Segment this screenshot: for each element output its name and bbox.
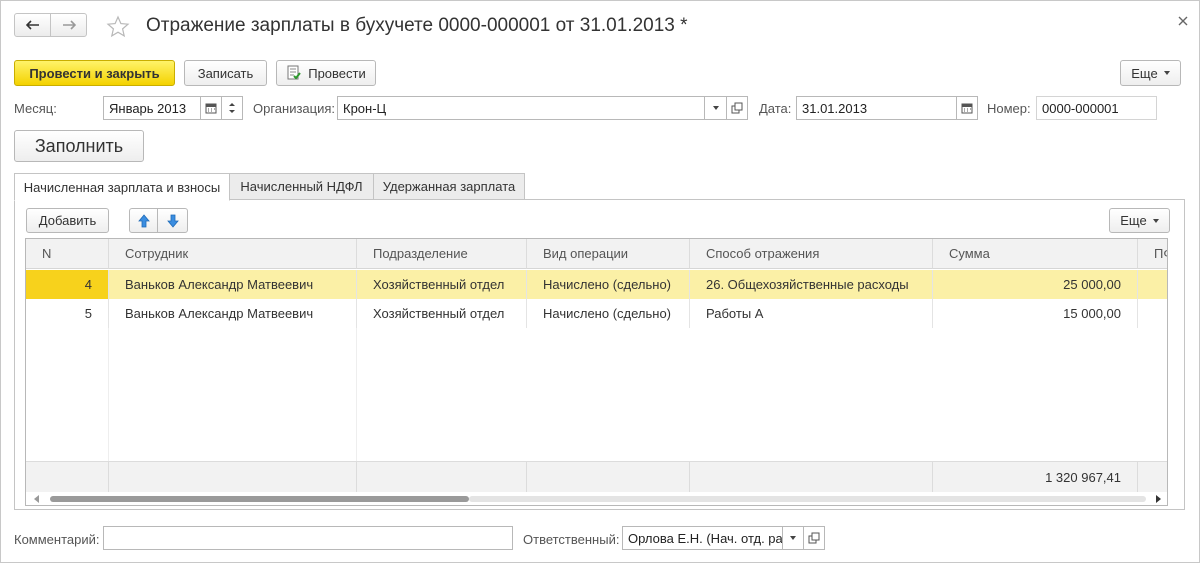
method-cell: 26. Общехозяйственные расходы — [690, 270, 933, 299]
date-field[interactable]: 31.01.2013 — [796, 96, 958, 120]
tab-withheld-salary[interactable]: Удержанная зарплата — [373, 173, 525, 200]
table-row[interactable]: 5 Ваньков Александр Матвеевич Хозяйствен… — [26, 299, 1167, 328]
row-number: 4 — [26, 270, 109, 299]
horizontal-scrollbar[interactable] — [26, 492, 1167, 505]
column-header-amount[interactable]: Сумма — [933, 239, 1138, 269]
move-down-button[interactable] — [157, 208, 188, 233]
organization-open-button[interactable] — [726, 96, 748, 120]
scroll-left-icon[interactable] — [34, 495, 40, 503]
tab-accrued-salary[interactable]: Начисленная зарплата и взносы — [14, 173, 230, 201]
back-button[interactable] — [14, 13, 51, 37]
window-title: Отражение зарплаты в бухучете 0000-00000… — [146, 15, 688, 36]
organization-field[interactable]: Крон-Ц — [337, 96, 705, 120]
column-header-n[interactable]: N — [26, 239, 109, 269]
date-label: Дата: — [759, 101, 792, 116]
organization-dropdown-button[interactable] — [704, 96, 727, 120]
chevron-down-icon — [790, 536, 796, 540]
comment-label: Комментарий: — [14, 532, 100, 547]
document-window: Отражение зарплаты в бухучете 0000-00000… — [0, 0, 1200, 563]
fill-button[interactable]: Заполнить — [14, 130, 144, 162]
post-and-close-button[interactable]: Провести и закрыть — [14, 60, 175, 86]
post-button-label: Провести — [308, 65, 366, 81]
add-row-button[interactable]: Добавить — [26, 208, 109, 233]
responsible-field[interactable]: Орлова Е.Н. (Нач. отд. ра — [622, 526, 783, 550]
column-header-method[interactable]: Способ отражения — [690, 239, 933, 269]
amount-cell: 25 000,00 — [933, 270, 1138, 299]
totals-cell — [26, 462, 109, 493]
forward-button[interactable] — [50, 13, 87, 37]
department-cell: Хозяйственный отдел — [357, 270, 527, 299]
tab-accrued-ndfl[interactable]: Начисленный НДФЛ — [229, 173, 374, 200]
month-label: Месяц: — [14, 101, 57, 116]
chevron-down-icon — [712, 106, 719, 110]
chevron-down-icon — [1152, 218, 1159, 223]
responsible-open-button[interactable] — [803, 526, 825, 550]
chevron-down-icon — [1163, 71, 1170, 75]
department-cell: Хозяйственный отдел — [357, 299, 527, 328]
amount-cell: 15 000,00 — [933, 299, 1138, 328]
month-spinner[interactable] — [221, 96, 243, 120]
table-more-label: Еще — [1120, 213, 1147, 228]
table-row[interactable]: 4 Ваньков Александр Матвеевич Хозяйствен… — [26, 270, 1167, 299]
number-field[interactable]: 0000-000001 — [1036, 96, 1157, 120]
close-icon[interactable] — [1175, 13, 1191, 29]
totals-row: 1 320 967,41 — [26, 461, 1167, 493]
totals-cell — [357, 462, 527, 493]
totals-cell — [109, 462, 357, 493]
employee-cell: Ваньков Александр Матвеевич — [109, 299, 357, 328]
column-header-department[interactable]: Подразделение — [357, 239, 527, 269]
more-button-label: Еще — [1131, 65, 1158, 81]
comment-field[interactable] — [103, 526, 513, 550]
month-field[interactable]: Январь 2013 — [103, 96, 201, 120]
row-number: 5 — [26, 299, 109, 328]
column-divider — [108, 328, 109, 461]
post-button[interactable]: Провести — [276, 60, 376, 86]
move-up-button[interactable] — [129, 208, 158, 233]
number-label: Номер: — [987, 101, 1031, 116]
open-link-icon — [731, 102, 743, 114]
open-link-icon — [808, 532, 820, 544]
calendar-icon — [205, 103, 217, 114]
scroll-right-icon[interactable] — [1155, 495, 1161, 503]
column-header-pf[interactable]: ПФ — [1138, 239, 1167, 269]
column-header-employee[interactable]: Сотрудник — [109, 239, 357, 269]
column-header-operation[interactable]: Вид операции — [527, 239, 690, 269]
save-button[interactable]: Записать — [184, 60, 267, 86]
arrow-up-icon — [137, 213, 150, 227]
operation-cell: Начислено (сдельно) — [527, 270, 690, 299]
calendar-icon — [961, 103, 973, 114]
column-divider — [356, 328, 357, 461]
employee-cell: Ваньков Александр Матвеевич — [109, 270, 357, 299]
post-document-icon — [287, 65, 302, 80]
calendar-button[interactable] — [200, 96, 222, 120]
totals-cell — [690, 462, 933, 493]
responsible-label: Ответственный: — [523, 532, 620, 547]
scrollbar-track — [469, 496, 1146, 502]
responsible-dropdown-button[interactable] — [782, 526, 804, 550]
more-button[interactable]: Еще — [1120, 60, 1181, 86]
total-amount: 1 320 967,41 — [933, 462, 1138, 493]
spinner-up-down-icon — [229, 103, 235, 113]
favorite-star-icon[interactable] — [106, 15, 130, 39]
method-cell: Работы А — [690, 299, 933, 328]
organization-label: Организация: — [253, 101, 336, 116]
arrow-down-icon — [166, 214, 179, 228]
arrow-left-icon — [25, 20, 39, 30]
scrollbar-thumb[interactable] — [50, 496, 469, 502]
date-calendar-button[interactable] — [956, 96, 978, 120]
arrow-right-icon — [62, 20, 76, 30]
table-more-button[interactable]: Еще — [1109, 208, 1170, 233]
accruals-table: N Сотрудник Подразделение Вид операции С… — [25, 238, 1168, 506]
totals-cell — [527, 462, 690, 493]
operation-cell: Начислено (сдельно) — [527, 299, 690, 328]
